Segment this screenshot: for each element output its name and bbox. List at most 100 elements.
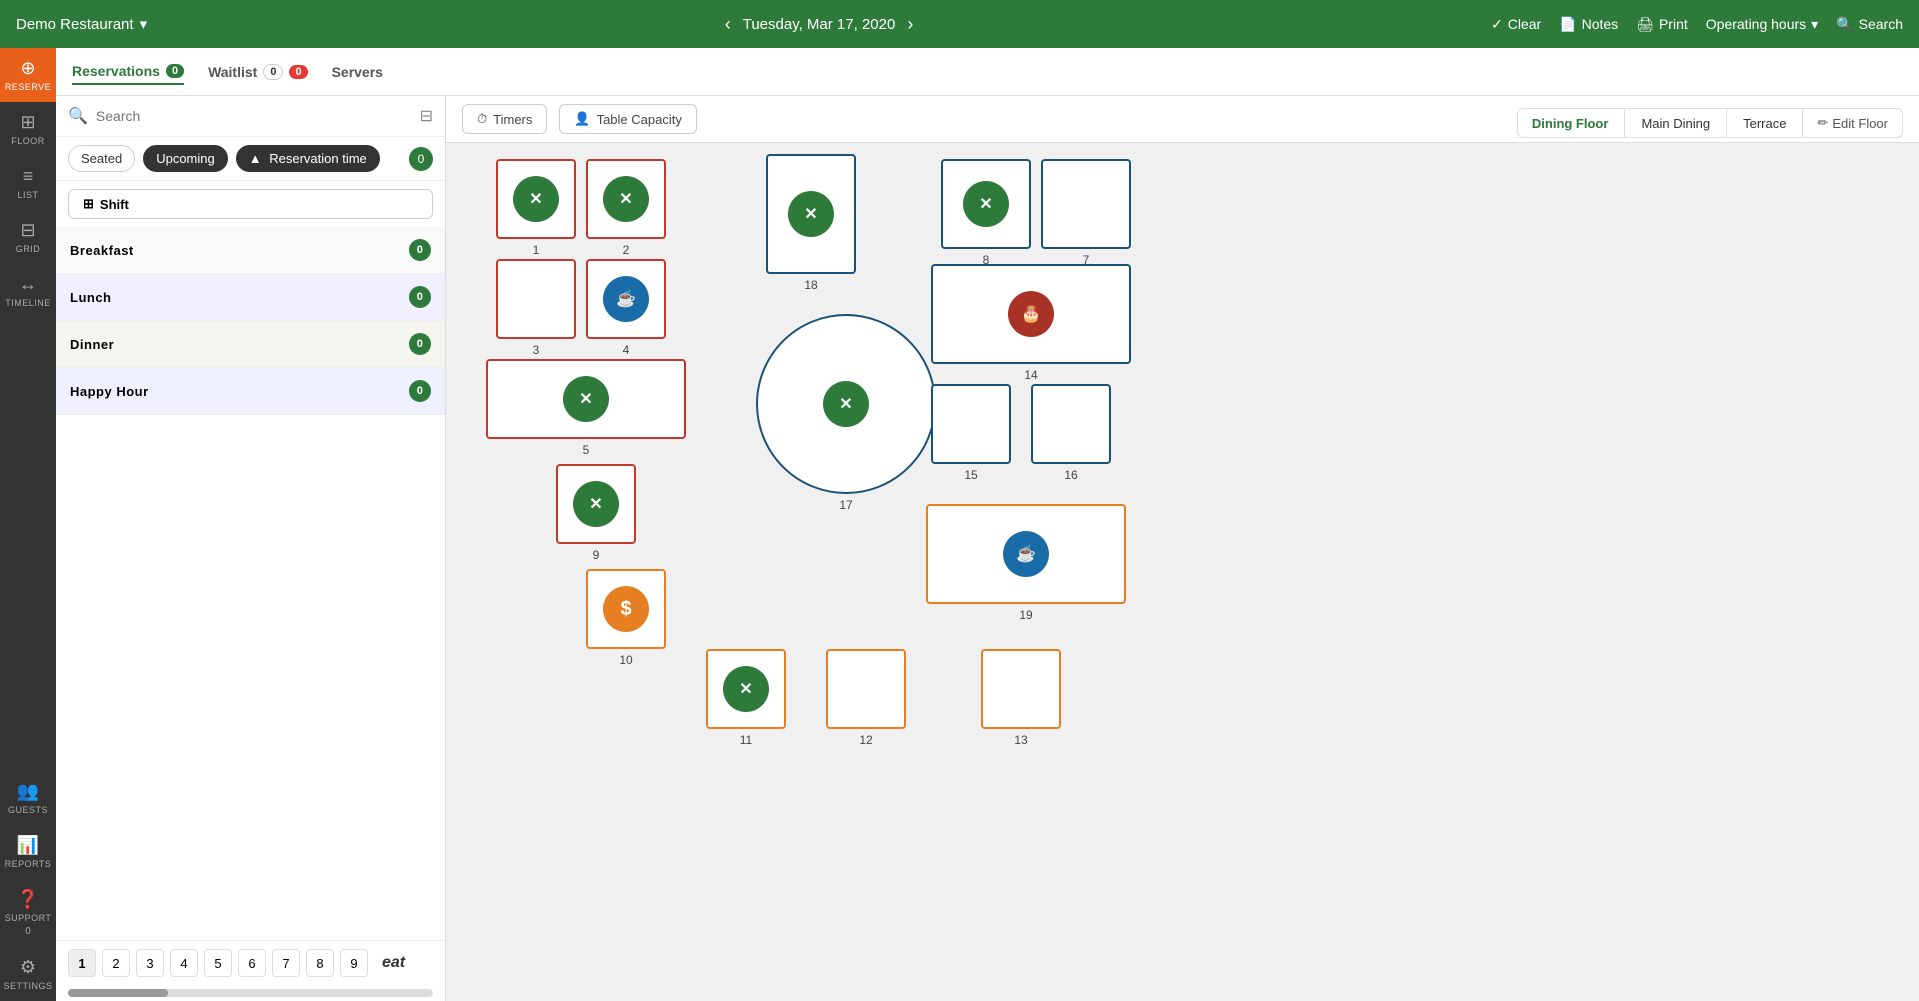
floor-icon: ⊞ [20,112,35,133]
search-input[interactable] [96,108,412,124]
table-17[interactable]: ✕ 17 [756,314,936,512]
tab-waitlist[interactable]: Waitlist 0 0 [208,60,308,84]
floor-tab-divider2 [1726,109,1727,137]
sidebar-item-guests[interactable]: 👥 Guests [0,771,56,825]
search-icon: 🔍 [1836,16,1853,33]
timeline-icon: ↔ [19,274,37,295]
notes-icon: 📄 [1559,16,1576,33]
next-date-button[interactable]: › [907,14,913,35]
upcoming-filter-button[interactable]: Upcoming [143,145,228,172]
floor-tab-terrace[interactable]: Terrace [1729,110,1800,137]
filter-icon[interactable]: ⊟ [420,106,433,126]
shift-item-lunch[interactable]: Lunch 0 [56,274,445,321]
table-5[interactable]: ✕5 [486,359,686,457]
tab-reservations[interactable]: Reservations 0 [72,59,184,85]
table-14[interactable]: 🎂14 [931,264,1131,382]
operating-hours-button[interactable]: Operating hours ▾ [1706,16,1818,33]
sidebar-item-settings[interactable]: ⚙ Settings [0,947,56,1001]
restaurant-name-area[interactable]: Demo Restaurant ▾ [16,15,147,33]
table-1[interactable]: ✕1 [496,159,576,257]
shift-button[interactable]: ⊞ Shift [68,189,433,219]
page-9-button[interactable]: 9 [340,949,368,977]
floor-tab-dining[interactable]: Dining Floor [1518,110,1623,137]
table-3-label: 3 [533,343,540,357]
filter-count: 0 [409,147,433,171]
table-14-label: 14 [1024,368,1037,382]
clear-button[interactable]: ✓ Clear [1491,16,1541,33]
table-18[interactable]: ✕18 [766,154,856,292]
table-capacity-icon: 👤 [574,111,590,127]
sidebar-item-timeline[interactable]: ↔ Timeline [0,264,56,318]
table-2[interactable]: ✕2 [586,159,666,257]
shift-icon: ⊞ [83,196,94,212]
seated-filter-button[interactable]: Seated [68,145,135,172]
table-12-label: 12 [859,733,872,747]
table-19[interactable]: ☕19 [926,504,1126,622]
page-4-button[interactable]: 4 [170,949,198,977]
table-8[interactable]: ✕8 [941,159,1031,267]
sub-nav: Reservations 0 Waitlist 0 0 Servers [56,48,1919,96]
table-17-label: 17 [839,498,852,512]
table-11-label: 11 [740,733,752,747]
page-6-button[interactable]: 6 [238,949,266,977]
shift-item-breakfast[interactable]: Breakfast 0 [56,227,445,274]
page-scroll[interactable] [68,989,433,997]
table-9[interactable]: ✕9 [556,464,636,562]
page-1-button[interactable]: 1 [68,949,96,977]
print-icon: 🖨 [1636,16,1654,33]
left-panel: 🔍 ⊟ Seated Upcoming ▲ Reservation time 0… [56,96,446,1001]
floor-tab-main-dining[interactable]: Main Dining [1627,110,1724,137]
shift-item-happy-hour[interactable]: Happy Hour 0 [56,368,445,415]
table-12[interactable]: 12 [826,649,906,747]
page-7-button[interactable]: 7 [272,949,300,977]
search-button[interactable]: 🔍 Search [1836,16,1903,33]
edit-floor-button[interactable]: ✏ Edit Floor [1802,109,1902,137]
floor-tab-divider [1624,109,1625,137]
page-3-button[interactable]: 3 [136,949,164,977]
shift-list: Breakfast 0 Lunch 0 Dinner 0 Happy Hour … [56,227,445,940]
current-date: Tuesday, Mar 17, 2020 [743,16,896,33]
page-5-button[interactable]: 5 [204,949,232,977]
table-13[interactable]: 13 [981,649,1061,747]
table-16-label: 16 [1064,468,1077,482]
page-8-button[interactable]: 8 [306,949,334,977]
prev-date-button[interactable]: ‹ [725,14,731,35]
floor-view: ⏱ Timers 👤 Table Capacity Dining Floor M… [446,96,1919,1001]
table-15[interactable]: 15 [931,384,1011,482]
sidebar-item-support[interactable]: ❓ Support 0 [0,879,56,947]
sidebar-item-reserve[interactable]: ⊕ Reserve [0,48,56,102]
table-17-icon: ✕ [823,381,869,427]
sidebar-item-list[interactable]: ≡ List [0,156,56,210]
print-button[interactable]: 🖨 Print [1636,16,1688,33]
table-16[interactable]: 16 [1031,384,1111,482]
timers-button[interactable]: ⏱ Timers [462,104,547,134]
table-7[interactable]: 7 [1041,159,1131,267]
restaurant-dropdown-icon[interactable]: ▾ [140,15,148,33]
tab-servers[interactable]: Servers [332,60,383,84]
notes-button[interactable]: 📄 Notes [1559,16,1618,33]
sidebar-item-grid[interactable]: ⊟ Grid [0,210,56,264]
sidebar-item-floor[interactable]: ⊞ Floor [0,102,56,156]
table-15-label: 15 [964,468,977,482]
reservation-time-filter-button[interactable]: ▲ Reservation time [236,145,380,172]
table-4[interactable]: ☕4 [586,259,666,357]
page-2-button[interactable]: 2 [102,949,130,977]
table-9-icon: ✕ [573,481,619,527]
table-1-label: 1 [533,243,540,257]
page-numbers: 1 2 3 4 5 6 7 8 9 eat [56,940,445,985]
table-capacity-button[interactable]: 👤 Table Capacity [559,104,696,134]
sort-icon: ▲ [249,151,262,166]
table-1-icon: ✕ [513,176,559,222]
sidebar-item-reports[interactable]: 📊 Reports [0,825,56,879]
table-19-label: 19 [1019,608,1032,622]
main-area: Reservations 0 Waitlist 0 0 Servers 🔍 ⊟ … [56,48,1919,1001]
table-11-icon: ✕ [723,666,769,712]
reports-icon: 📊 [17,835,39,856]
table-18-icon: ✕ [788,191,834,237]
table-11[interactable]: ✕ 11 [706,649,786,747]
timer-icon: ⏱ [477,111,487,127]
table-3[interactable]: 3 [496,259,576,357]
shift-item-dinner[interactable]: Dinner 0 [56,321,445,368]
table-9-label: 9 [593,548,600,562]
table-10[interactable]: $10 [586,569,666,667]
